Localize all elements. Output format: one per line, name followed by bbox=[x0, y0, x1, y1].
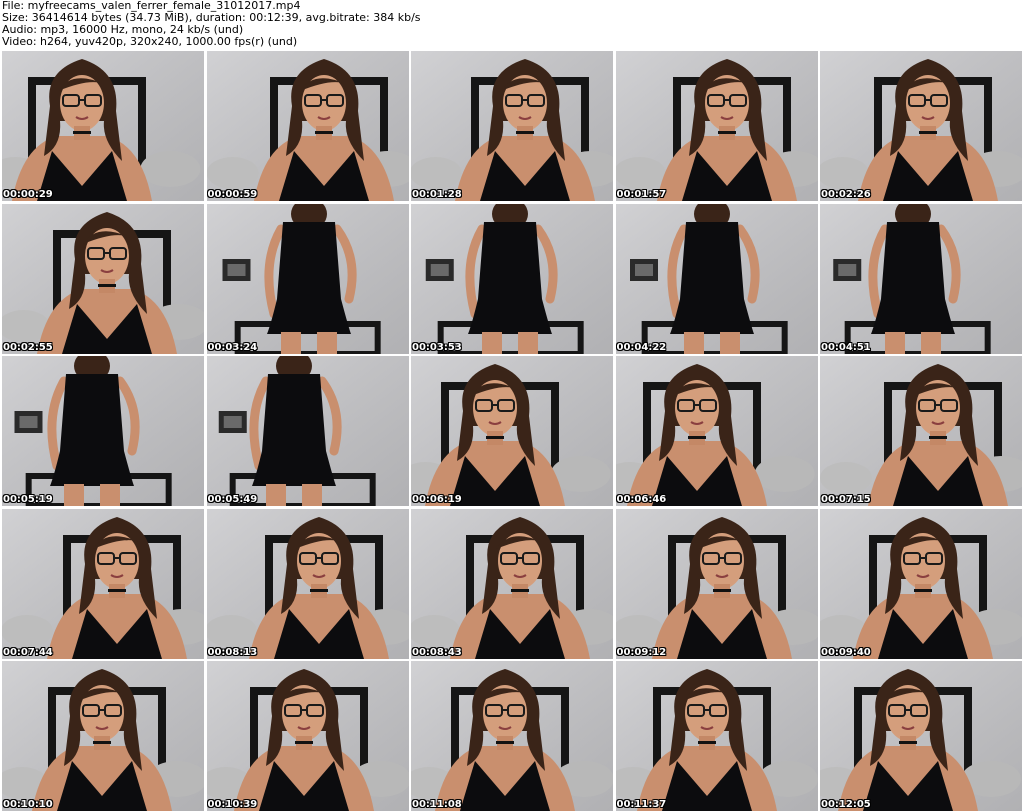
video-frame-image bbox=[820, 661, 1022, 811]
video-frame-image bbox=[206, 203, 409, 354]
thumbnail-timestamp: 00:06:19 bbox=[412, 494, 462, 505]
thumbnail-timestamp: 00:05:49 bbox=[207, 494, 258, 505]
video-thumbnail: 00:04:51 bbox=[820, 203, 1022, 354]
video-thumbnail: 00:10:10 bbox=[2, 661, 204, 811]
video-frame-image bbox=[206, 661, 409, 811]
thumbnail-timestamp: 00:02:26 bbox=[821, 189, 871, 200]
video-thumbnail: 00:00:29 bbox=[2, 51, 204, 201]
video-thumbnail: 00:08:43 bbox=[411, 508, 613, 659]
thumbnail-timestamp: 00:08:13 bbox=[207, 646, 258, 658]
video-thumbnail: 00:03:24 bbox=[206, 203, 409, 354]
video-thumbnail: 00:01:57 bbox=[615, 51, 818, 201]
video-thumbnail: 00:07:44 bbox=[2, 508, 204, 659]
video-thumbnail: 00:02:55 bbox=[2, 203, 204, 354]
thumbnail-timestamp: 00:04:51 bbox=[821, 341, 871, 353]
video-thumbnail: 00:04:22 bbox=[615, 203, 818, 354]
video-thumbnail: 00:09:40 bbox=[820, 508, 1022, 659]
thumbnail-grid: 00:00:29 00:00:59 00:01:28 00:01:57 00:0… bbox=[2, 51, 1022, 811]
thumbnail-timestamp: 00:11:37 bbox=[616, 799, 667, 810]
thumbnail-timestamp: 00:11:08 bbox=[412, 799, 462, 810]
thumbnail-timestamp: 00:07:15 bbox=[821, 494, 871, 505]
video-thumbnail: 00:10:39 bbox=[206, 661, 409, 811]
thumbnail-timestamp: 00:01:28 bbox=[412, 189, 462, 200]
video-frame-image bbox=[820, 203, 1022, 354]
thumbnail-timestamp: 00:03:24 bbox=[207, 341, 258, 353]
video-frame-image bbox=[206, 51, 409, 201]
video-frame-image bbox=[615, 356, 818, 506]
thumbnail-timestamp: 00:10:39 bbox=[207, 799, 258, 810]
thumbnail-timestamp: 00:07:44 bbox=[3, 646, 53, 658]
file-info-header: File: myfreecams_valen_ferrer_female_310… bbox=[2, 0, 1022, 50]
thumbnail-timestamp: 00:09:12 bbox=[616, 646, 667, 658]
video-thumbnail: 00:05:49 bbox=[206, 356, 409, 506]
thumbnail-timestamp: 00:02:55 bbox=[3, 341, 53, 353]
video-thumbnail: 00:11:08 bbox=[411, 661, 613, 811]
video-frame-image bbox=[411, 51, 613, 201]
thumbnail-timestamp: 00:09:40 bbox=[821, 646, 871, 658]
thumbnail-timestamp: 00:04:22 bbox=[616, 341, 667, 353]
video-frame-image bbox=[2, 661, 204, 811]
thumbnail-timestamp: 00:06:46 bbox=[616, 494, 667, 505]
video-frame-image bbox=[615, 661, 818, 811]
video-frame-image bbox=[820, 356, 1022, 506]
thumbnail-timestamp: 00:00:59 bbox=[207, 189, 258, 200]
video-thumbnail: 00:01:28 bbox=[411, 51, 613, 201]
video-frame-image bbox=[411, 203, 613, 354]
video-thumbnail: 00:06:46 bbox=[615, 356, 818, 506]
thumbnail-timestamp: 00:08:43 bbox=[412, 646, 462, 658]
video-thumbnail: 00:00:59 bbox=[206, 51, 409, 201]
thumbnail-timestamp: 00:05:19 bbox=[3, 494, 53, 505]
video-frame-image bbox=[820, 508, 1022, 659]
video-frame-image bbox=[615, 203, 818, 354]
video-frame-image bbox=[411, 508, 613, 659]
video-thumbnail: 00:09:12 bbox=[615, 508, 818, 659]
video-thumbnail: 00:06:19 bbox=[411, 356, 613, 506]
thumbnail-timestamp: 00:03:53 bbox=[412, 341, 462, 353]
video-frame-image bbox=[206, 356, 409, 506]
video-frame-image bbox=[2, 203, 204, 354]
video-thumbnail: 00:12:05 bbox=[820, 661, 1022, 811]
video-thumbnail: 00:05:19 bbox=[2, 356, 204, 506]
video-frame-image bbox=[411, 356, 613, 506]
video-frame-image bbox=[615, 51, 818, 201]
video-thumbnail: 00:08:13 bbox=[206, 508, 409, 659]
thumbnail-timestamp: 00:00:29 bbox=[3, 189, 53, 200]
video-thumbnail: 00:03:53 bbox=[411, 203, 613, 354]
video-frame-image bbox=[2, 356, 204, 506]
video-frame-image bbox=[411, 661, 613, 811]
video-frame-image bbox=[206, 508, 409, 659]
thumbnail-timestamp: 00:12:05 bbox=[821, 799, 871, 810]
video-frame-image bbox=[615, 508, 818, 659]
video-frame-image bbox=[2, 508, 204, 659]
video-thumbnail: 00:11:37 bbox=[615, 661, 818, 811]
video-info-line: Video: h264, yuv420p, 320x240, 1000.00 f… bbox=[2, 35, 298, 48]
video-frame-image bbox=[820, 51, 1022, 201]
video-thumbnail: 00:02:26 bbox=[820, 51, 1022, 201]
video-thumbnail: 00:07:15 bbox=[820, 356, 1022, 506]
thumbnail-timestamp: 00:10:10 bbox=[3, 799, 53, 810]
video-frame-image bbox=[2, 51, 204, 201]
thumbnail-timestamp: 00:01:57 bbox=[616, 189, 667, 200]
